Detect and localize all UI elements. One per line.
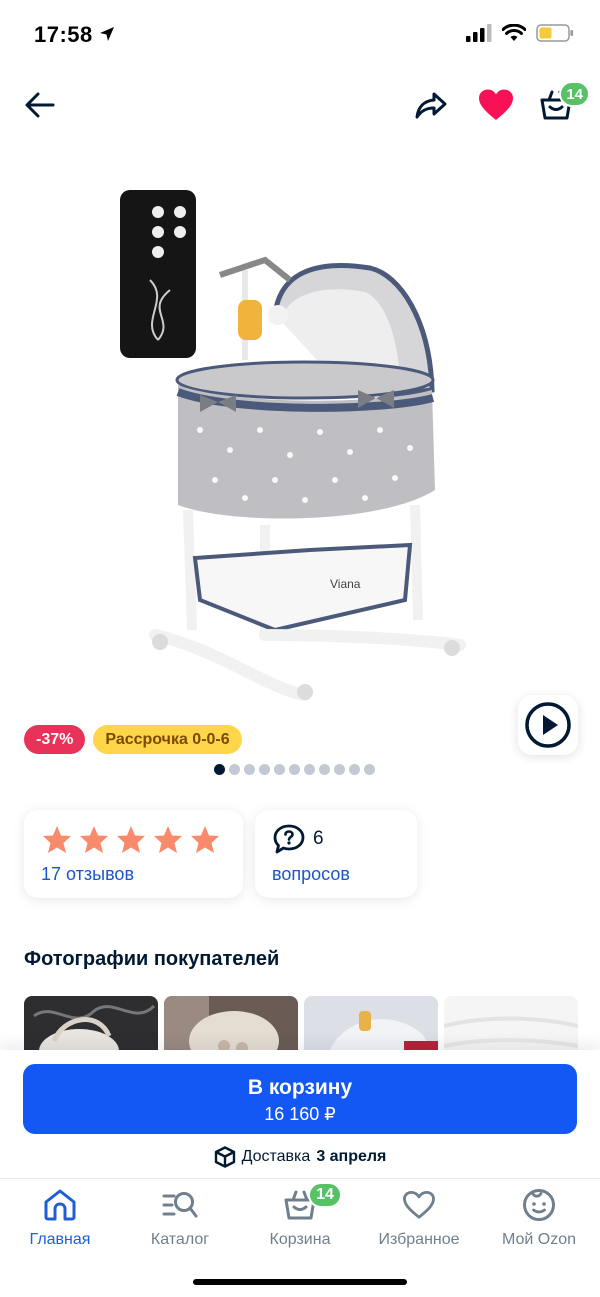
questions-card[interactable]: 6 вопросов bbox=[255, 810, 417, 898]
tab-home-label: Главная bbox=[29, 1231, 91, 1248]
profile-face-icon bbox=[479, 1187, 599, 1223]
cart-count-badge: 14 bbox=[559, 81, 590, 107]
play-icon bbox=[525, 702, 571, 748]
status-indicators bbox=[466, 23, 574, 47]
purchase-panel: В корзину 16 160 ₽ Доставка 3 апреля bbox=[0, 1050, 600, 1178]
rating-stars bbox=[42, 825, 220, 854]
product-photo: Viana bbox=[120, 190, 466, 701]
top-navigation: 14 bbox=[0, 75, 600, 135]
favorite-button[interactable] bbox=[474, 83, 518, 127]
location-arrow-icon bbox=[98, 25, 116, 48]
carousel-dot[interactable] bbox=[289, 764, 300, 775]
share-icon bbox=[415, 92, 447, 119]
tab-favorites-label: Избранное bbox=[378, 1231, 460, 1248]
heart-icon bbox=[359, 1187, 479, 1223]
reviews-link[interactable]: 17 отзывов bbox=[41, 864, 134, 885]
tab-cart-label: Корзина bbox=[269, 1231, 331, 1248]
catalog-search-icon bbox=[120, 1187, 240, 1223]
carousel-dot[interactable] bbox=[334, 764, 345, 775]
tab-cart-badge: 14 bbox=[308, 1182, 342, 1208]
status-bar: 17:58 bbox=[0, 0, 600, 70]
star-icon bbox=[80, 826, 108, 853]
cart-button[interactable]: 14 bbox=[534, 81, 590, 127]
mobile-toy bbox=[219, 256, 292, 360]
tab-catalog[interactable]: Каталог bbox=[120, 1187, 240, 1249]
star-icon bbox=[191, 826, 219, 853]
delivery-prefix: Доставка bbox=[241, 1148, 311, 1165]
arrow-left-icon bbox=[25, 92, 55, 118]
tab-favorites[interactable]: Избранное bbox=[359, 1187, 479, 1249]
star-icon bbox=[154, 826, 182, 853]
bassinet-stand: Viana bbox=[149, 504, 466, 701]
carousel-dot[interactable] bbox=[244, 764, 255, 775]
questions-count: 6 bbox=[313, 828, 324, 849]
product-price: 16 160 ₽ bbox=[264, 1104, 336, 1124]
questions-link[interactable]: вопросов bbox=[272, 864, 350, 885]
question-bubble-icon bbox=[273, 824, 305, 854]
tab-home[interactable]: Главная bbox=[0, 1187, 120, 1249]
package-box-icon bbox=[214, 1146, 235, 1168]
discount-badge: -37% bbox=[24, 725, 86, 754]
reviews-card[interactable]: 17 отзывов bbox=[24, 810, 243, 898]
add-to-cart-label: В корзину bbox=[247, 1076, 353, 1099]
questions-count-row: 6 bbox=[273, 824, 324, 854]
carousel-dot[interactable] bbox=[214, 764, 225, 775]
product-image[interactable]: Viana bbox=[100, 180, 480, 710]
tab-my-ozon[interactable]: Мой Ozon bbox=[479, 1187, 599, 1249]
svg-text:Viana: Viana bbox=[330, 577, 361, 591]
carousel-dot[interactable] bbox=[229, 764, 240, 775]
image-carousel-dots bbox=[214, 764, 375, 775]
installment-badge[interactable]: Рассрочка 0-0-6 bbox=[93, 725, 242, 754]
add-to-cart-button[interactable]: В корзину 16 160 ₽ bbox=[23, 1064, 577, 1134]
delivery-date: 3 апреля bbox=[316, 1148, 387, 1165]
home-icon bbox=[0, 1187, 120, 1223]
tab-cart[interactable]: 14 Корзина bbox=[240, 1182, 360, 1249]
delivery-info[interactable]: Доставка 3 апреля bbox=[0, 1146, 600, 1168]
product-badges: -37% Рассрочка 0-0-6 bbox=[24, 725, 242, 754]
wifi-icon bbox=[501, 23, 527, 47]
carousel-dot[interactable] bbox=[364, 764, 375, 775]
home-indicator bbox=[193, 1279, 407, 1285]
status-time: 17:58 bbox=[34, 22, 93, 47]
tab-catalog-label: Каталог bbox=[150, 1231, 210, 1248]
battery-icon bbox=[536, 24, 574, 47]
tab-my-ozon-label: Мой Ozon bbox=[501, 1231, 577, 1248]
share-button[interactable] bbox=[409, 83, 453, 127]
heart-icon bbox=[479, 89, 513, 120]
star-icon bbox=[43, 826, 71, 853]
carousel-dot[interactable] bbox=[304, 764, 315, 775]
carousel-dot[interactable] bbox=[349, 764, 360, 775]
star-icon bbox=[117, 826, 145, 853]
cart-icon: 14 bbox=[240, 1182, 360, 1223]
carousel-dot[interactable] bbox=[259, 764, 270, 775]
back-button[interactable] bbox=[18, 83, 62, 127]
customer-photos-title: Фотографии покупателей bbox=[24, 948, 280, 970]
remote-control-image bbox=[120, 190, 196, 358]
carousel-dot[interactable] bbox=[319, 764, 330, 775]
play-video-button[interactable] bbox=[518, 695, 578, 755]
signal-icon bbox=[466, 24, 492, 47]
carousel-dot[interactable] bbox=[274, 764, 285, 775]
bassinet-body bbox=[175, 360, 435, 519]
